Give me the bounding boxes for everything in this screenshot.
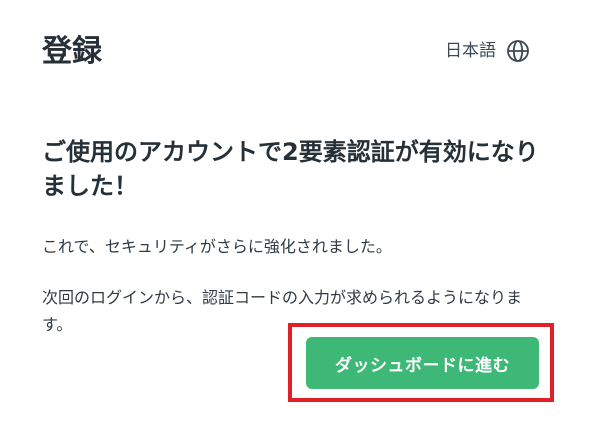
registration-card: 登録 日本語 ご使用のアカウントで2要素認証が有効になりました！ これで、セキュ… bbox=[0, 0, 609, 439]
language-switcher[interactable]: 日本語 bbox=[445, 36, 530, 66]
language-label: 日本語 bbox=[445, 41, 496, 61]
go-to-dashboard-button[interactable]: ダッシュボードに進む bbox=[306, 337, 539, 389]
security-message: これで、セキュリティがさらに強化されました。 bbox=[42, 237, 392, 256]
success-heading: ご使用のアカウントで2要素認証が有効になりました！ bbox=[42, 138, 539, 200]
globe-icon bbox=[506, 39, 530, 63]
page-title: 登録 bbox=[42, 34, 102, 69]
